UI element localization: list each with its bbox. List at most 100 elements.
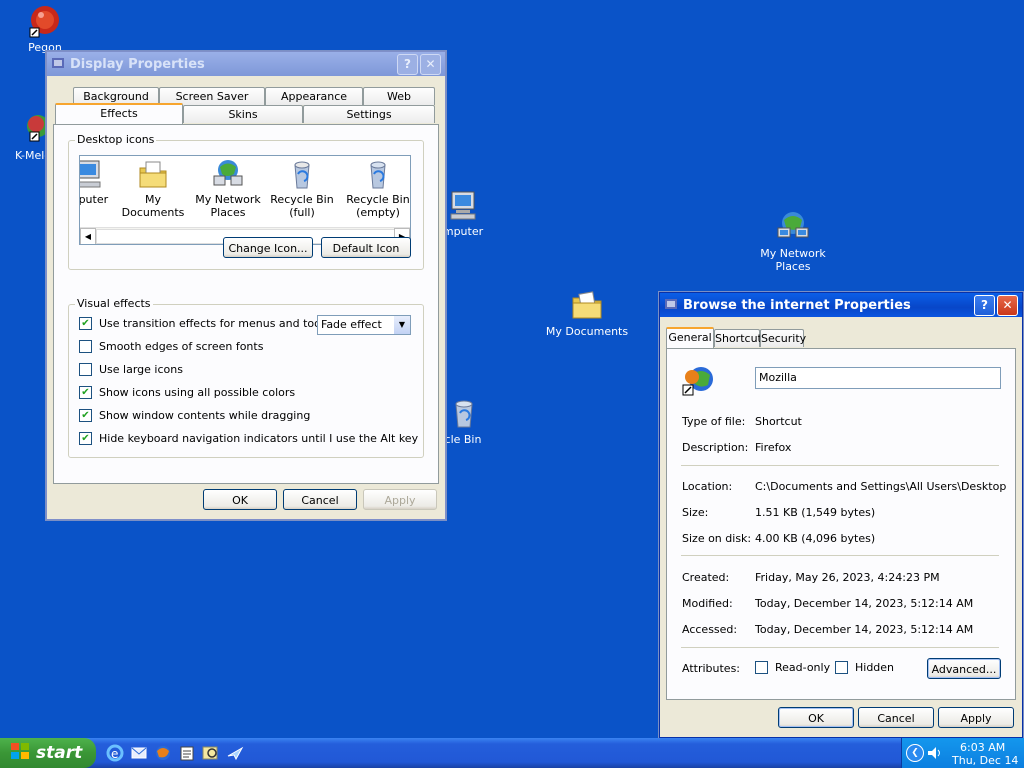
recycle-bin-empty-icon <box>370 161 386 189</box>
display-icon <box>51 57 65 71</box>
ok-button[interactable]: OK <box>778 707 854 728</box>
network-places-icon <box>213 160 243 186</box>
cancel-button[interactable]: Cancel <box>283 489 357 510</box>
start-button[interactable]: start <box>0 738 96 768</box>
icon-item-recycle-empty[interactable]: Recycle Bin (empty) <box>342 158 410 219</box>
hidden-checkbox[interactable]: Hidden <box>835 661 894 674</box>
k-meleon-icon <box>16 112 50 146</box>
window-title: Browse the internet Properties <box>683 297 911 313</box>
pegon-icon <box>28 4 62 38</box>
display-properties-titlebar[interactable]: Display Properties ? ✕ <box>47 52 445 76</box>
show-hidden-icons-button[interactable]: ❮ <box>906 744 924 762</box>
size-on-disk-label: Size on disk: <box>682 532 752 545</box>
checkbox-box[interactable] <box>79 363 92 376</box>
cancel-button[interactable]: Cancel <box>858 707 934 728</box>
desktop-icon-my-documents[interactable]: My Documents <box>542 288 632 338</box>
tab-general[interactable]: General <box>666 327 714 348</box>
name-input[interactable]: Mozilla <box>755 367 1001 389</box>
checkbox-box[interactable]: ✔ <box>79 317 92 330</box>
desktop-icon-label: My Network Places <box>760 247 826 273</box>
window-contents-checkbox[interactable]: ✔ Show window contents while dragging <box>79 409 310 422</box>
icon-item-my-documents[interactable]: My Documents <box>114 158 192 219</box>
transition-effects-checkbox[interactable]: ✔ Use transition effects for menus and to… <box>79 317 344 330</box>
tab-skins[interactable]: Skins <box>183 105 303 123</box>
close-button[interactable]: ✕ <box>420 53 441 75</box>
shortcut-properties-icon <box>664 298 678 312</box>
svg-text:e: e <box>111 747 118 761</box>
icon-item-recycle-full[interactable]: Recycle Bin (full) <box>266 158 338 219</box>
tab-appearance[interactable]: Appearance <box>265 87 363 105</box>
clock-time[interactable]: 6:03 AM <box>960 741 1005 754</box>
folder-icon <box>570 288 604 322</box>
hide-keyboard-indicators-checkbox[interactable]: ✔ Hide keyboard navigation indicators unt… <box>79 432 418 445</box>
tab-effects[interactable]: Effects <box>55 103 183 124</box>
tab-web[interactable]: Web <box>363 87 435 105</box>
group-label: Desktop icons <box>75 133 157 146</box>
tab-settings[interactable]: Settings <box>303 105 435 123</box>
apply-button[interactable]: Apply <box>363 489 437 510</box>
desktop-icon-pegon[interactable]: Pegon <box>0 4 90 54</box>
network-places-icon <box>776 210 810 244</box>
icon-item-computer[interactable]: mputer <box>80 158 118 206</box>
display-properties-window: Display Properties ? ✕ Background Screen… <box>46 51 446 520</box>
checkbox-box[interactable]: ✔ <box>79 432 92 445</box>
created-label: Created: <box>682 571 730 584</box>
clock-date[interactable]: Thu, Dec 14 <box>952 754 1018 767</box>
size-on-disk-value: 4.00 KB (4,096 bytes) <box>755 532 876 545</box>
size-label: Size: <box>682 506 709 519</box>
accessed-label: Accessed: <box>682 623 738 636</box>
notepad-icon[interactable] <box>178 744 196 762</box>
description-value: Firefox <box>755 441 792 454</box>
tab-shortcut[interactable]: Shortcut <box>714 329 762 347</box>
advanced-button[interactable]: Advanced... <box>927 658 1001 679</box>
chevron-down-icon[interactable]: ▼ <box>394 316 410 334</box>
desktop-icon-my-network-places[interactable]: My Network Places <box>748 210 838 273</box>
computer-icon <box>446 188 480 222</box>
checkbox-box[interactable] <box>79 340 92 353</box>
large-icons-checkbox[interactable]: Use large icons <box>79 363 183 376</box>
outlook-express-icon[interactable] <box>130 744 148 762</box>
desktop-icons-group: Desktop icons mputer My Documents My Net… <box>68 133 424 270</box>
windows-logo-icon <box>10 742 30 765</box>
checkbox-box[interactable] <box>755 661 768 674</box>
icon-item-network-places[interactable]: My Network Places <box>192 158 264 219</box>
help-button[interactable]: ? <box>974 294 995 316</box>
default-icon-button[interactable]: Default Icon <box>321 237 411 258</box>
folder-icon <box>139 161 167 188</box>
tab-security[interactable]: Security <box>760 329 806 347</box>
volume-icon[interactable] <box>926 745 942 764</box>
read-only-checkbox[interactable]: Read-only <box>755 661 830 674</box>
general-panel: Mozilla Type of file: Shortcut Descripti… <box>666 348 1016 700</box>
modified-value: Today, December 14, 2023, 5:12:14 AM <box>755 597 974 610</box>
taskbar: start e ❮ 6:03 AM Thu, Dec 14 <box>0 738 1024 768</box>
desktop-icon-label: My Documents <box>545 325 629 338</box>
checkbox-box[interactable]: ✔ <box>79 409 92 422</box>
smooth-edges-checkbox[interactable]: Smooth edges of screen fonts <box>79 340 263 353</box>
close-button[interactable]: ✕ <box>997 294 1018 316</box>
send-icon[interactable] <box>226 744 244 762</box>
checkbox-box[interactable] <box>835 661 848 674</box>
divider <box>681 555 999 556</box>
description-label: Description: <box>682 441 749 454</box>
divider <box>681 647 999 648</box>
search-icon[interactable] <box>202 744 220 762</box>
effect-select[interactable]: Fade effect ▼ <box>317 315 411 335</box>
checkbox-box[interactable]: ✔ <box>79 386 92 399</box>
change-icon-button[interactable]: Change Icon... <box>223 237 313 258</box>
firefox-icon[interactable] <box>154 744 172 762</box>
all-colors-checkbox[interactable]: ✔ Show icons using all possible colors <box>79 386 295 399</box>
scroll-left-arrow[interactable]: ◀ <box>80 228 96 244</box>
help-button[interactable]: ? <box>397 53 418 75</box>
desktop-icons-list[interactable]: mputer My Documents My Network Places Re… <box>79 155 411 245</box>
computer-icon <box>80 160 101 188</box>
apply-button[interactable]: Apply <box>938 707 1014 728</box>
location-label: Location: <box>682 480 733 493</box>
window-title: Display Properties <box>70 56 205 72</box>
size-value: 1.51 KB (1,549 bytes) <box>755 506 876 519</box>
internet-explorer-icon[interactable]: e <box>106 744 124 762</box>
group-label: Visual effects <box>75 297 153 310</box>
firefox-shortcut-icon <box>681 363 715 400</box>
ok-button[interactable]: OK <box>203 489 277 510</box>
shortcut-properties-titlebar[interactable]: Browse the internet Properties ? ✕ <box>660 293 1022 317</box>
shortcut-properties-window: Browse the internet Properties ? ✕ Gener… <box>659 292 1023 738</box>
